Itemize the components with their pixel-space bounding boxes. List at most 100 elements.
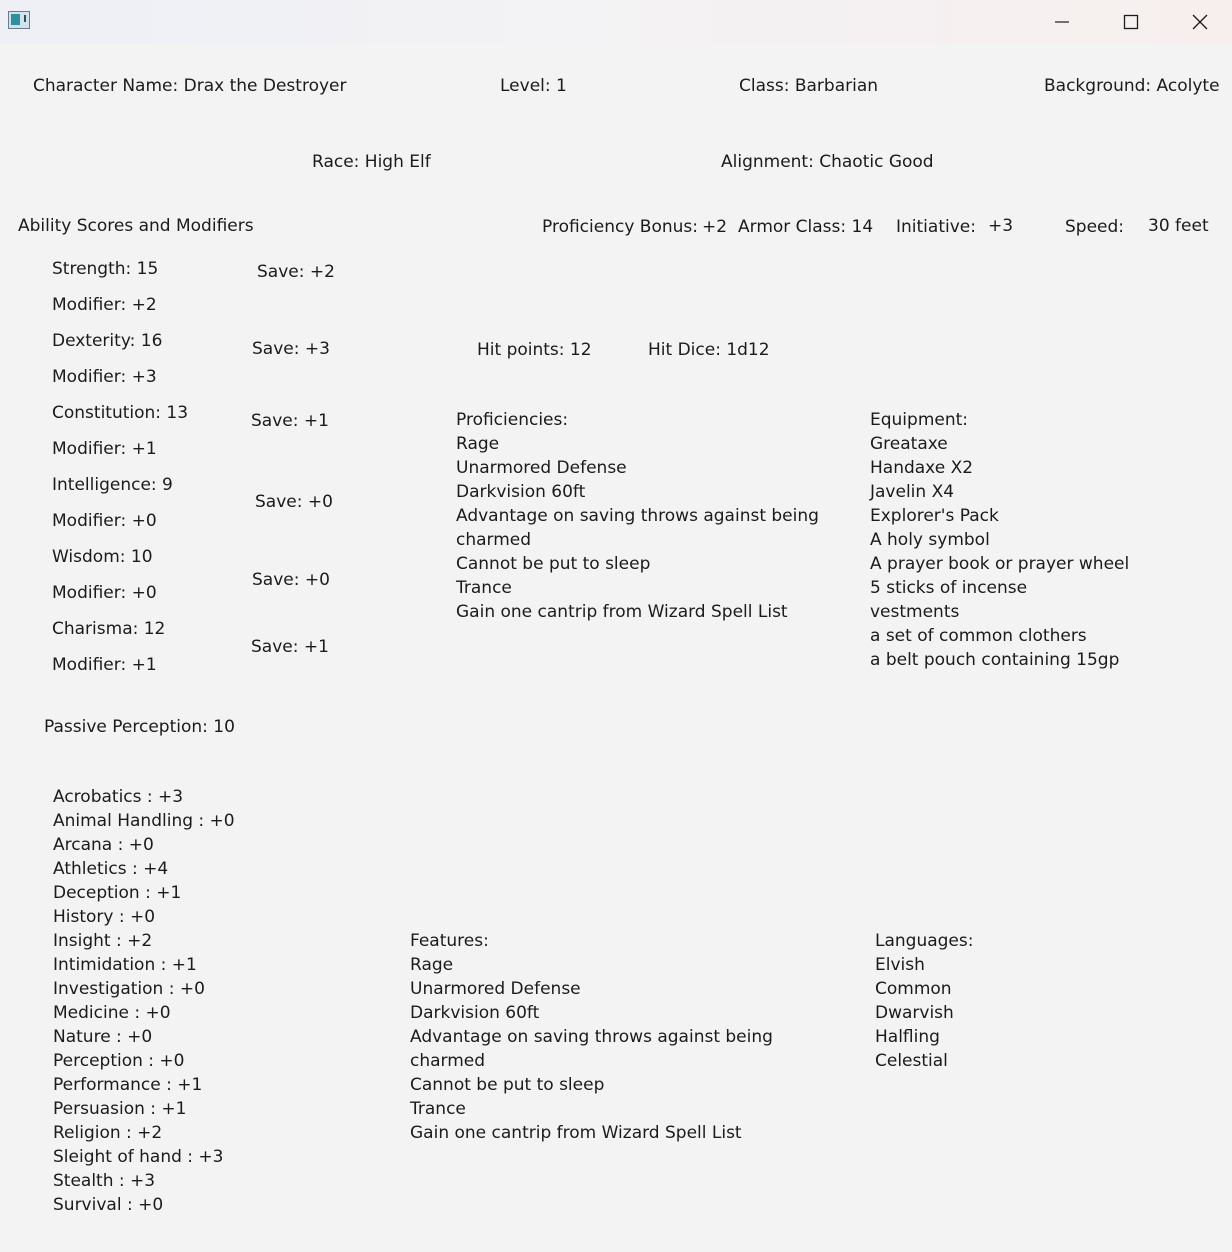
wisdom-modifier: Modifier: +0 — [52, 583, 157, 603]
equipment-title: Equipment: — [870, 410, 969, 430]
proficiency-bonus-label: Proficiency Bonus: — [542, 217, 698, 237]
intelligence-score: Intelligence: 9 — [52, 475, 173, 495]
skill-item: Perception : +0 — [53, 1051, 185, 1071]
skill-item: Acrobatics : +3 — [53, 787, 184, 807]
ability-scores-title: Ability Scores and Modifiers — [18, 216, 254, 236]
race-label: Race: High Elf — [312, 152, 431, 172]
skill-item: Athletics : +4 — [53, 859, 169, 879]
list-item: Celestial — [875, 1051, 948, 1071]
constitution-modifier: Modifier: +1 — [52, 439, 157, 459]
alignment-label: Alignment: Chaotic Good — [721, 152, 934, 172]
list-item: Handaxe X2 — [870, 458, 974, 478]
wisdom-save: Save: +0 — [252, 570, 330, 590]
character-name-label: Character Name: Drax the Destroyer — [33, 76, 347, 96]
skill-item: Deception : +1 — [53, 883, 182, 903]
hit-points-label: Hit points: 12 — [477, 340, 592, 360]
skill-item: History : +0 — [53, 907, 156, 927]
list-item: a set of common clothers — [870, 626, 1087, 646]
list-item: Common — [875, 979, 952, 999]
skill-item: Performance : +1 — [53, 1075, 203, 1095]
speed-value: 30 feet — [1148, 216, 1209, 236]
list-item: Rage — [456, 434, 500, 454]
languages-title: Languages: — [875, 931, 974, 951]
list-item: Dwarvish — [875, 1003, 954, 1023]
list-item: Explorer's Pack — [870, 506, 999, 526]
list-item: Unarmored Defense — [456, 458, 627, 478]
strength-score: Strength: 15 — [52, 259, 159, 279]
proficiencies-list: Proficiencies: Rage Unarmored Defense Da… — [456, 408, 819, 624]
level-label: Level: 1 — [500, 76, 567, 96]
list-item: Gain one cantrip from Wizard Spell List — [456, 602, 788, 622]
class-label: Class: Barbarian — [739, 76, 879, 96]
skill-item: Animal Handling : +0 — [53, 811, 235, 831]
list-item: Halfling — [875, 1027, 940, 1047]
dexterity-modifier: Modifier: +3 — [52, 367, 157, 387]
list-item: charmed — [410, 1051, 486, 1071]
skill-item: Sleight of hand : +3 — [53, 1147, 224, 1167]
close-icon — [1192, 14, 1208, 30]
initiative-value: +3 — [988, 216, 1014, 236]
list-item: Darkvision 60ft — [456, 482, 586, 502]
intelligence-modifier: Modifier: +0 — [52, 511, 157, 531]
passive-perception-label: Passive Perception: 10 — [44, 717, 235, 737]
list-item: Greataxe — [870, 434, 948, 454]
list-item: charmed — [456, 530, 532, 550]
maximize-button[interactable] — [1097, 0, 1165, 44]
initiative-label: Initiative: — [896, 217, 976, 237]
skill-item: Medicine : +0 — [53, 1003, 171, 1023]
maximize-icon — [1123, 14, 1139, 30]
skill-item: Persuasion : +1 — [53, 1099, 187, 1119]
dexterity-score: Dexterity: 16 — [52, 331, 163, 351]
list-item: 5 sticks of incense — [870, 578, 1028, 598]
constitution-save: Save: +1 — [251, 411, 329, 431]
features-list: Features: Rage Unarmored Defense Darkvis… — [410, 929, 773, 1145]
proficiencies-title: Proficiencies: — [456, 410, 569, 430]
list-item: Rage — [410, 955, 454, 975]
languages-list: Languages: Elvish Common Dwarvish Halfli… — [875, 929, 973, 1073]
list-item: Trance — [410, 1099, 466, 1119]
list-item: A holy symbol — [870, 530, 990, 550]
list-item: Cannot be put to sleep — [456, 554, 651, 574]
skill-item: Stealth : +3 — [53, 1171, 156, 1191]
app-icon[interactable] — [8, 11, 30, 29]
title-bar[interactable] — [0, 0, 1232, 44]
list-item: A prayer book or prayer wheel — [870, 554, 1130, 574]
equipment-list: Equipment: Greataxe Handaxe X2 Javelin X… — [870, 408, 1129, 672]
list-item: Javelin X4 — [870, 482, 955, 502]
minimize-icon — [1055, 21, 1069, 23]
skill-item: Arcana : +0 — [53, 835, 154, 855]
list-item: Advantage on saving throws against being — [456, 506, 819, 526]
strength-modifier: Modifier: +2 — [52, 295, 157, 315]
list-item: Darkvision 60ft — [410, 1003, 540, 1023]
charisma-save: Save: +1 — [251, 637, 329, 657]
list-item: Cannot be put to sleep — [410, 1075, 605, 1095]
list-item: vestments — [870, 602, 960, 622]
background-label: Background: Acolyte — [1044, 76, 1220, 96]
skill-item: Insight : +2 — [53, 931, 153, 951]
skill-item: Investigation : +0 — [53, 979, 205, 999]
intelligence-save: Save: +0 — [255, 492, 333, 512]
list-item: a belt pouch containing 15gp — [870, 650, 1120, 670]
charisma-score: Charisma: 12 — [52, 619, 166, 639]
skill-item: Survival : +0 — [53, 1195, 164, 1215]
skill-item: Religion : +2 — [53, 1123, 163, 1143]
list-item: Elvish — [875, 955, 925, 975]
charisma-modifier: Modifier: +1 — [52, 655, 157, 675]
skills-list: Acrobatics : +3 Animal Handling : +0 Arc… — [53, 785, 235, 1217]
strength-save: Save: +2 — [257, 262, 335, 282]
list-item: Advantage on saving throws against being — [410, 1027, 773, 1047]
features-title: Features: — [410, 931, 489, 951]
hit-dice-label: Hit Dice: 1d12 — [648, 340, 770, 360]
constitution-score: Constitution: 13 — [52, 403, 189, 423]
list-item: Gain one cantrip from Wizard Spell List — [410, 1123, 742, 1143]
skill-item: Intimidation : +1 — [53, 955, 197, 975]
close-button[interactable] — [1166, 0, 1232, 44]
list-item: Unarmored Defense — [410, 979, 581, 999]
minimize-button[interactable] — [1028, 0, 1096, 44]
dexterity-save: Save: +3 — [252, 339, 330, 359]
wisdom-score: Wisdom: 10 — [52, 547, 153, 567]
proficiency-bonus-value: +2 — [702, 217, 728, 237]
armor-class-label: Armor Class: 14 — [738, 217, 874, 237]
skill-item: Nature : +0 — [53, 1027, 153, 1047]
list-item: Trance — [456, 578, 512, 598]
